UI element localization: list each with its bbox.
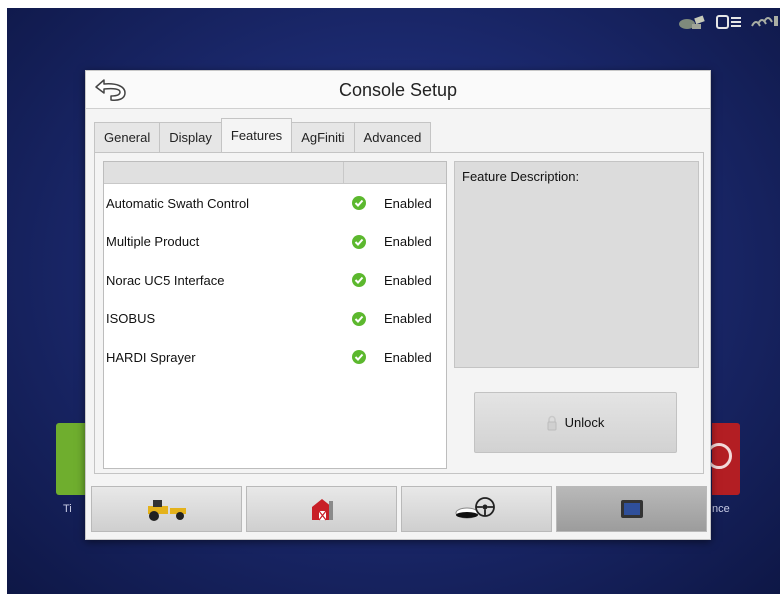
feature-row[interactable]: Automatic Swath Control Enabled (104, 184, 446, 223)
tractor-icon (147, 500, 186, 521)
check-icon (352, 311, 366, 326)
feature-row[interactable]: Norac UC5 Interface Enabled (104, 261, 446, 300)
tab-advanced[interactable]: Advanced (353, 122, 432, 152)
feature-status: Enabled (384, 234, 432, 250)
device-status-icon (716, 15, 741, 29)
check-icon (352, 234, 366, 249)
display-setup-button[interactable] (556, 486, 707, 532)
feature-list-header (104, 162, 446, 184)
background-app-tile-right (706, 423, 740, 495)
check-icon (352, 196, 366, 211)
feature-name: ISOBUS (106, 311, 156, 327)
feature-list[interactable]: Automatic Swath Control Enabled Multiple… (103, 161, 447, 469)
feature-row[interactable]: Multiple Product Enabled (104, 223, 446, 262)
tab-agfiniti[interactable]: AgFiniti (291, 122, 355, 152)
background-app-tile-left-label: Ti (63, 503, 72, 515)
feature-description-label: Feature Description: (462, 169, 580, 184)
status-bar (678, 14, 780, 30)
feature-description-panel: Feature Description: (454, 161, 699, 368)
satellite-icon (679, 15, 705, 29)
dialog-title: Console Setup (338, 80, 458, 100)
bottom-navigation (91, 486, 707, 532)
feature-status: Enabled (384, 272, 432, 288)
background-app-tile-left (56, 423, 88, 495)
feature-name: Norac UC5 Interface (106, 272, 225, 288)
feature-status: Enabled (384, 311, 432, 327)
feature-name: HARDI Sprayer (106, 349, 196, 365)
tab-general[interactable]: General (94, 122, 161, 152)
signal-strength-icon (751, 16, 778, 27)
dialog-titlebar: Console Setup (86, 71, 710, 109)
tab-display[interactable]: Display (159, 122, 222, 152)
feature-row[interactable]: ISOBUS Enabled (104, 300, 446, 339)
feature-status: Enabled (384, 195, 432, 211)
check-icon (352, 350, 366, 365)
background-app-tile-right-label: nce (712, 503, 730, 515)
lock-icon (547, 415, 557, 430)
check-icon (352, 273, 366, 288)
unlock-button[interactable]: Unlock (474, 392, 677, 453)
tab-bar: General Display Features AgFiniti Advanc… (94, 118, 432, 152)
feature-status: Enabled (384, 349, 432, 365)
feature-name: Multiple Product (106, 234, 200, 250)
feature-list-header-name-column (104, 162, 344, 183)
display-icon (620, 500, 643, 518)
features-tab-panel: Automatic Swath Control Enabled Multiple… (94, 152, 704, 474)
barn-icon (311, 499, 333, 521)
equipment-setup-button[interactable] (91, 486, 242, 532)
feature-name: Automatic Swath Control (106, 195, 250, 211)
guidance-steering-icon (455, 497, 495, 519)
feature-row[interactable]: HARDI Sprayer Enabled (104, 338, 446, 377)
console-setup-dialog: Console Setup General Display Features A… (85, 70, 711, 540)
unlock-label: Unlock (564, 415, 605, 430)
farm-setup-button[interactable] (246, 486, 397, 532)
guidance-setup-button[interactable] (401, 486, 552, 532)
tab-features[interactable]: Features (220, 118, 293, 152)
